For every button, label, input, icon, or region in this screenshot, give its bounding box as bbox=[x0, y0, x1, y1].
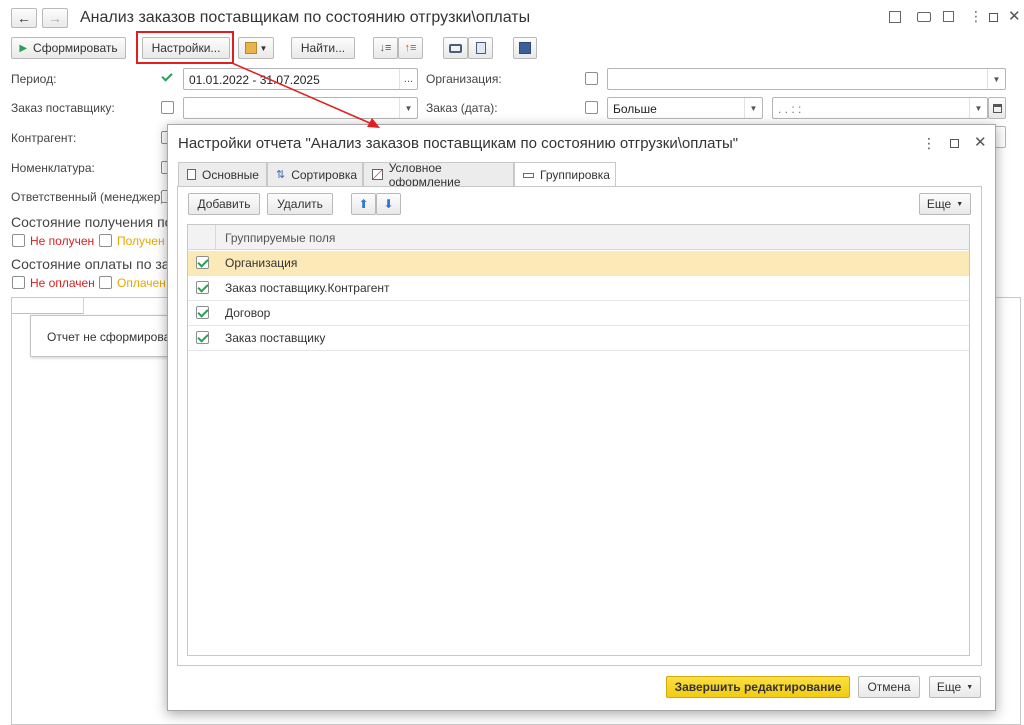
annotation-arrow bbox=[231, 62, 380, 128]
